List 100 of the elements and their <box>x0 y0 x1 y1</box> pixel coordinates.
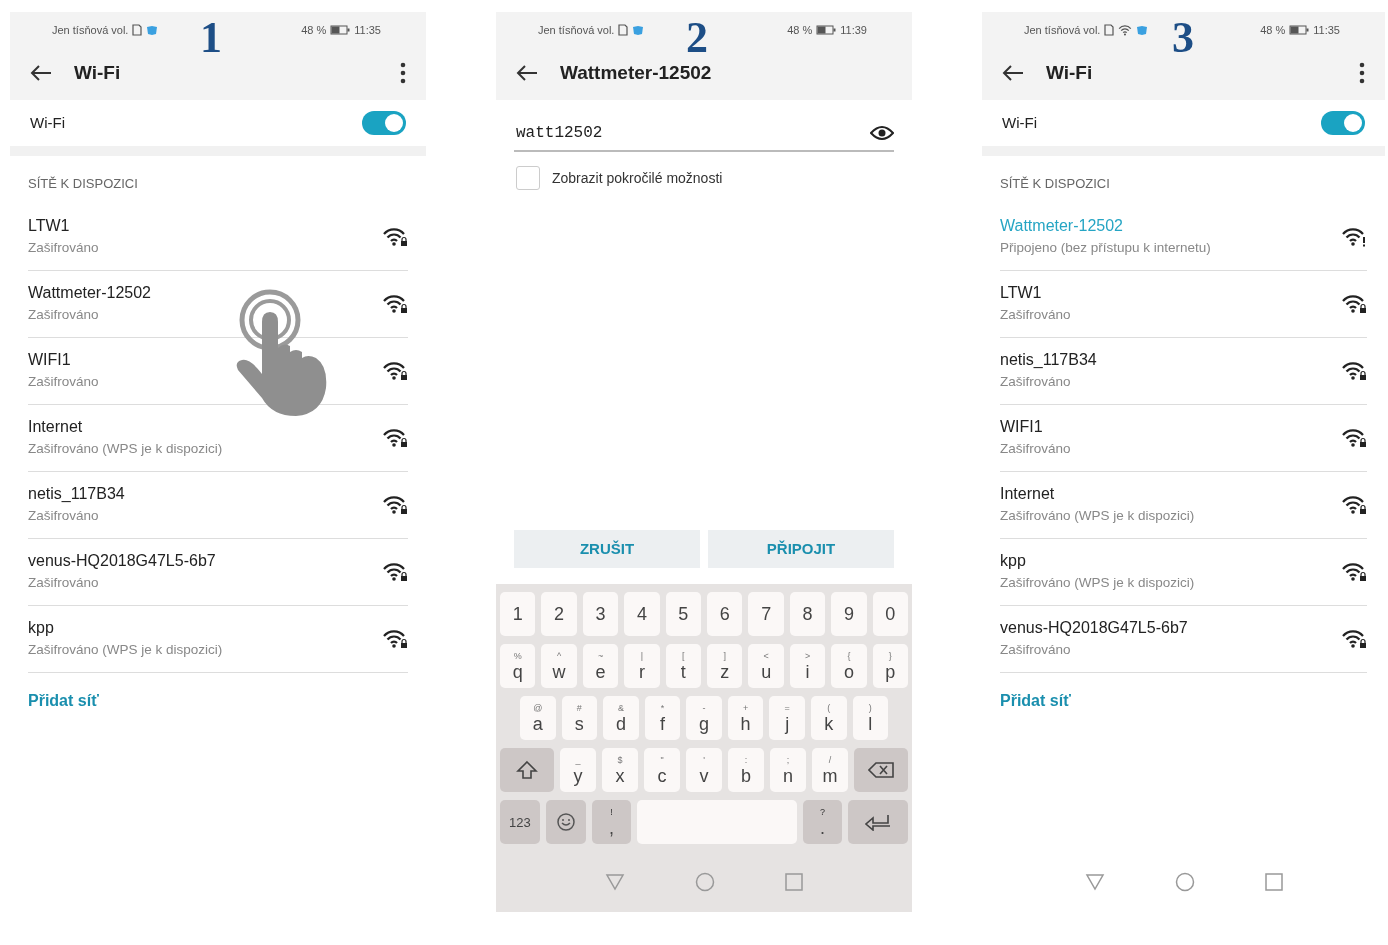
back-triangle-icon[interactable] <box>1084 873 1105 891</box>
network-status: Připojeno (bez přístupu k internetu) <box>1000 239 1212 258</box>
network-list-item[interactable]: venus-HQ2018G47L5-6b7 Zašifrováno <box>1000 605 1367 673</box>
keyboard-key[interactable]: 0 <box>872 592 909 636</box>
keyboard-key[interactable]: ' v <box>686 748 722 792</box>
more-menu-button[interactable] <box>400 62 406 84</box>
network-status: Zašifrováno <box>1000 440 1072 459</box>
back-button[interactable] <box>30 64 52 82</box>
home-circle-icon[interactable] <box>1174 872 1195 892</box>
keyboard-key[interactable]: & d <box>603 696 639 740</box>
advanced-options-label: Zobrazit pokročilé možnosti <box>552 168 723 188</box>
network-list-item[interactable]: netis_117B34 Zašifrováno <box>28 471 408 539</box>
back-button[interactable] <box>516 64 538 82</box>
keyboard-key[interactable]: 1 <box>500 592 536 636</box>
keyboard-key[interactable]: > i <box>789 644 826 688</box>
keyboard-key[interactable]: = j <box>769 696 805 740</box>
wifi-toggle[interactable] <box>1321 111 1365 135</box>
back-arrow-icon <box>1002 64 1024 82</box>
home-circle-icon[interactable] <box>695 872 715 892</box>
emoji-key[interactable] <box>545 800 586 844</box>
advanced-options-checkbox[interactable] <box>516 166 540 190</box>
keyboard-key[interactable]: 4 <box>624 592 660 636</box>
screen-title: Wi-Fi <box>74 60 122 85</box>
network-list-item[interactable]: kpp Zašifrováno (WPS je k dispozici) <box>28 605 408 673</box>
keyboard-key[interactable]: * f <box>644 696 681 740</box>
shift-key[interactable] <box>500 748 554 792</box>
recents-square-icon[interactable] <box>1264 873 1283 891</box>
network-status: Zašifrováno <box>28 507 100 526</box>
wifi-status-icon <box>1118 24 1133 36</box>
back-arrow-icon <box>30 64 52 82</box>
keyboard-key[interactable]: [ t <box>665 644 702 688</box>
back-triangle-icon[interactable] <box>605 873 625 891</box>
network-status: Zašifrováno (WPS je k dispozici) <box>28 641 224 660</box>
add-network-link[interactable]: Přidat síť <box>982 672 1385 729</box>
keyboard-key[interactable]: ] z <box>707 644 743 688</box>
network-status: Zašifrováno <box>28 574 100 593</box>
keyboard-key[interactable]: $ x <box>602 748 638 792</box>
keyboard-key[interactable]: 6 <box>707 592 743 636</box>
wifi-label: Wi-Fi <box>30 112 66 133</box>
keyboard-key[interactable]: < u <box>748 644 784 688</box>
keyboard-key[interactable]: ! , <box>591 800 632 844</box>
step-number: 1 <box>200 16 222 60</box>
network-list-item[interactable]: venus-HQ2018G47L5-6b7 Zašifrováno <box>28 538 408 606</box>
network-list-item[interactable]: LTW1 Zašifrováno <box>28 203 408 271</box>
keyboard-key[interactable]: ? . <box>802 800 843 844</box>
network-list-item[interactable]: Wattmeter-12502 Připojeno (bez přístupu k internetu) <box>1000 203 1367 271</box>
network-name: venus-HQ2018G47L5-6b7 <box>28 551 217 572</box>
keyboard-key[interactable]: _ y <box>560 748 596 792</box>
network-name: Internet <box>28 417 84 438</box>
network-name: LTW1 <box>28 216 71 237</box>
clock-text: 11:35 <box>354 22 381 38</box>
keyboard-key[interactable]: # s <box>561 696 598 740</box>
clock-text: 11:39 <box>840 22 867 38</box>
network-list-item[interactable]: LTW1 Zašifrováno <box>1000 270 1367 338</box>
keyboard-key[interactable]: - g <box>686 696 722 740</box>
keyboard-key[interactable]: ~ e <box>582 644 619 688</box>
wifi-toggle[interactable] <box>362 111 406 135</box>
keyboard-key[interactable]: ( k <box>810 696 847 740</box>
keyboard-key[interactable]: 2 <box>541 592 577 636</box>
keyboard-key[interactable]: } p <box>872 644 909 688</box>
backspace-key[interactable] <box>854 748 908 792</box>
network-list-item[interactable]: Internet Zašifrováno (WPS je k dispozici) <box>1000 471 1367 539</box>
keyboard-key[interactable]: 7 <box>748 592 784 636</box>
network-list-item[interactable]: WIFI1 Zašifrováno <box>1000 404 1367 472</box>
keyboard-key[interactable]: 3 <box>582 592 619 636</box>
back-button[interactable] <box>1002 64 1024 82</box>
backspace-icon <box>868 762 894 778</box>
keyboard-key[interactable]: 9 <box>831 592 867 636</box>
keyboard-key[interactable]: ^ w <box>541 644 577 688</box>
network-list-item[interactable]: kpp Zašifrováno (WPS je k dispozici) <box>1000 538 1367 606</box>
keyboard-key[interactable]: | r <box>624 644 660 688</box>
keyboard-key[interactable]: : b <box>728 748 764 792</box>
keyboard-key[interactable]: / m <box>812 748 848 792</box>
keyboard-key[interactable]: 5 <box>665 592 702 636</box>
screen-title: Wi-Fi <box>1046 60 1094 85</box>
sim-card-icon <box>618 24 629 36</box>
keyboard-key[interactable]: @ a <box>520 696 556 740</box>
mode-key[interactable]: 123 <box>500 800 540 844</box>
enter-key[interactable] <box>848 800 909 844</box>
keyboard-key[interactable]: ) l <box>852 696 889 740</box>
network-list-item[interactable]: netis_117B34 Zašifrováno <box>1000 337 1367 405</box>
keyboard-key[interactable]: " c <box>644 748 680 792</box>
network-status: Zašifrováno <box>28 239 100 258</box>
keyboard-key[interactable]: + h <box>727 696 764 740</box>
add-network-link[interactable]: Přidat síť <box>10 672 426 729</box>
wifi-lock-icon <box>382 494 408 515</box>
sim-card-icon <box>1104 24 1115 36</box>
password-field[interactable]: watt12502 <box>514 120 870 146</box>
keyboard-key[interactable]: ; n <box>770 748 806 792</box>
network-status: Zašifrováno <box>1000 641 1072 660</box>
eye-icon[interactable] <box>870 125 894 141</box>
network-name: kpp <box>1000 551 1027 572</box>
keyboard-key[interactable]: 8 <box>789 592 826 636</box>
keyboard-key[interactable]: { o <box>831 644 867 688</box>
more-icon <box>1359 62 1365 84</box>
wifi-lock-icon <box>1341 293 1367 314</box>
network-name: netis_117B34 <box>1000 350 1098 371</box>
more-menu-button[interactable] <box>1359 62 1365 84</box>
keyboard-key[interactable]: % q <box>500 644 536 688</box>
wifi-label: Wi-Fi <box>1002 112 1038 133</box>
